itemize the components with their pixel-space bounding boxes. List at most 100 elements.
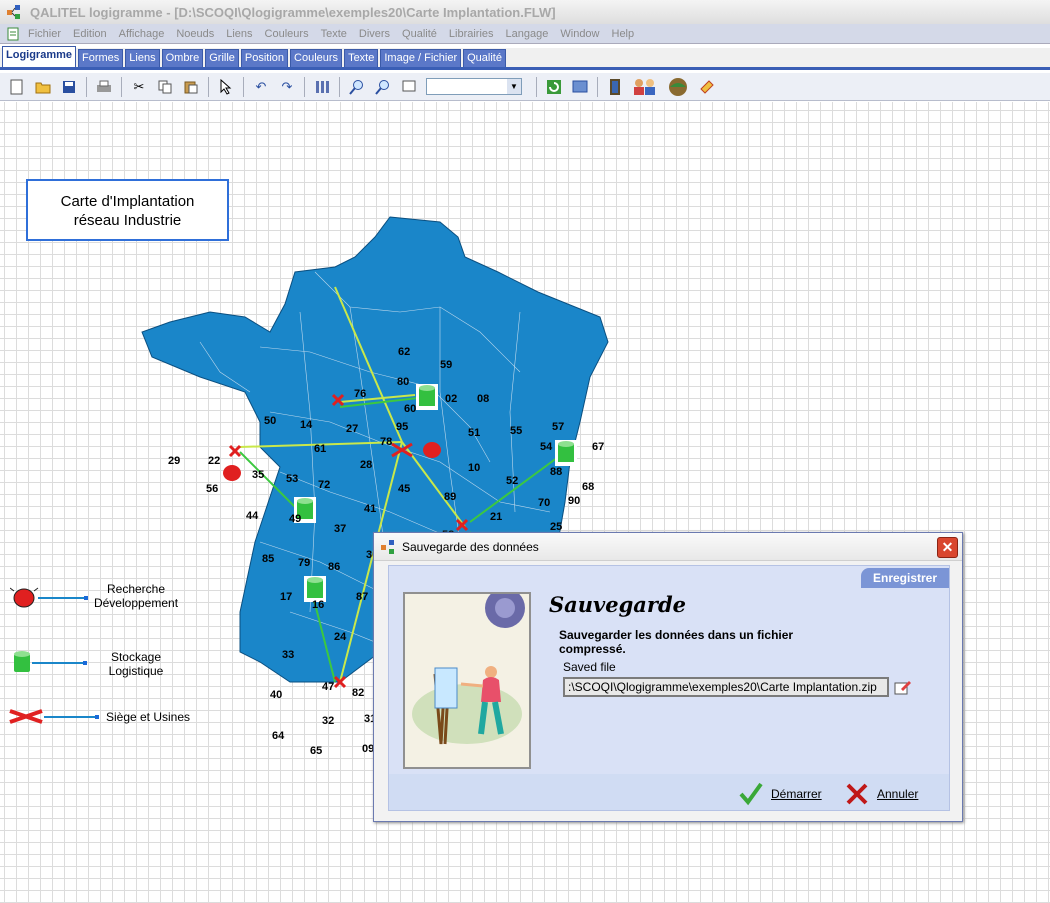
svg-text:35: 35: [252, 469, 264, 481]
columns-icon[interactable]: [313, 78, 331, 96]
svg-text:72: 72: [318, 479, 330, 491]
svg-text:49: 49: [289, 513, 301, 525]
cut-icon[interactable]: ✂: [130, 78, 148, 96]
saved-file-label: Saved file: [563, 660, 616, 674]
menu-librairies[interactable]: Librairies: [449, 28, 494, 40]
edit-icon[interactable]: [698, 78, 716, 96]
cross-cancel-icon[interactable]: [845, 782, 869, 806]
svg-text:65: 65: [310, 745, 322, 757]
start-label[interactable]: Démarrer: [771, 787, 822, 801]
book-icon[interactable]: [606, 78, 624, 96]
print-icon[interactable]: [95, 78, 113, 96]
pencil-icon[interactable]: [893, 677, 913, 697]
menu-liens[interactable]: Liens: [226, 28, 252, 40]
menu-langage[interactable]: Langage: [506, 28, 549, 40]
redo-icon[interactable]: ↷: [278, 78, 296, 96]
save-icon[interactable]: [60, 78, 78, 96]
zoom-window-icon[interactable]: [400, 78, 418, 96]
chevron-down-icon[interactable]: ▼: [507, 79, 521, 94]
bug-icon: [9, 587, 88, 608]
svg-text:85: 85: [262, 553, 274, 565]
globe-icon[interactable]: [666, 77, 690, 96]
toolbar-separator: [121, 76, 122, 97]
window-titlebar: QALITEL logigramme - [D:\SCOQI\Qlogigram…: [0, 0, 1050, 24]
svg-text:95: 95: [396, 421, 408, 433]
svg-text:37: 37: [334, 523, 346, 535]
menu-qualite[interactable]: Qualité: [402, 28, 437, 40]
menu-texte[interactable]: Texte: [321, 28, 347, 40]
cancel-label[interactable]: Annuler: [877, 787, 918, 801]
users-icon[interactable]: [632, 78, 658, 96]
menu-window[interactable]: Window: [560, 28, 599, 40]
svg-text:27: 27: [346, 423, 358, 435]
menu-edition[interactable]: Edition: [73, 28, 107, 40]
legend-bug-text: Recherche Développement: [86, 582, 186, 610]
svg-text:52: 52: [506, 475, 518, 487]
svg-text:59: 59: [440, 359, 452, 371]
tab-liens[interactable]: Liens: [125, 49, 160, 67]
close-icon[interactable]: ✕: [942, 539, 954, 555]
legend-bug: [9, 586, 90, 613]
close-button[interactable]: ✕: [937, 537, 958, 558]
document-icon[interactable]: [6, 27, 20, 41]
undo-icon[interactable]: ↶: [252, 78, 270, 96]
menu-affichage[interactable]: Affichage: [119, 28, 165, 40]
new-icon[interactable]: [8, 78, 26, 96]
map-title-line1: Carte d'Implantation: [60, 193, 195, 210]
svg-text:51: 51: [468, 427, 480, 439]
menu-divers[interactable]: Divers: [359, 28, 390, 40]
svg-text:80: 80: [397, 376, 409, 388]
refresh-icon[interactable]: [545, 78, 563, 96]
svg-text:50: 50: [264, 415, 276, 427]
tab-qualite[interactable]: Qualité: [463, 49, 506, 67]
legend-cross-line1: Siège et Usines: [105, 710, 191, 724]
svg-text:21: 21: [490, 511, 502, 523]
menu-fichier[interactable]: Fichier: [28, 28, 61, 40]
svg-text:53: 53: [286, 473, 298, 485]
menu-noeuds[interactable]: Noeuds: [176, 28, 214, 40]
legend-cross: [8, 708, 100, 729]
tab-image-fichier[interactable]: Image / Fichier: [380, 49, 462, 67]
svg-text:47: 47: [322, 681, 334, 693]
svg-text:62: 62: [398, 346, 410, 358]
menu-couleurs[interactable]: Couleurs: [265, 28, 309, 40]
tab-couleurs[interactable]: Couleurs: [290, 49, 343, 67]
svg-text:14: 14: [300, 419, 313, 431]
svg-text:89: 89: [444, 491, 456, 503]
tab-grille[interactable]: Grille: [205, 49, 239, 67]
screen-icon[interactable]: [571, 78, 589, 96]
copy-icon[interactable]: [156, 78, 174, 96]
window-title: QALITEL logigramme - [D:\SCOQI\Qlogigram…: [30, 4, 556, 20]
svg-text:24: 24: [334, 631, 347, 643]
tab-ombre[interactable]: Ombre: [161, 49, 204, 67]
svg-text:54: 54: [540, 441, 553, 453]
tab-texte[interactable]: Texte: [344, 49, 379, 67]
svg-text:82: 82: [352, 687, 364, 699]
paste-icon[interactable]: [182, 78, 200, 96]
dialog-title: Sauvegarde des données: [402, 539, 539, 554]
tab-formes[interactable]: Formes: [78, 49, 124, 67]
svg-text:64: 64: [272, 730, 285, 742]
dialog-panel: Enregistrer Sauvegarde Sauvegarder les d…: [388, 565, 950, 811]
tab-position[interactable]: Position: [240, 49, 289, 67]
cancel-button[interactable]: Annuler: [845, 782, 918, 806]
saved-file-input[interactable]: :\SCOQI\Qlogigramme\exemples20\Carte Imp…: [563, 677, 889, 697]
app-icon: [7, 5, 20, 19]
menu-help[interactable]: Help: [612, 28, 635, 40]
zoom-select[interactable]: ▼: [426, 78, 522, 95]
dialog-button-bar: Démarrer Annuler: [389, 774, 949, 810]
start-button[interactable]: Démarrer: [739, 782, 822, 806]
tab-logigramme[interactable]: Logigramme: [2, 46, 77, 67]
tab-enregistrer[interactable]: Enregistrer: [861, 568, 949, 588]
open-icon[interactable]: [34, 78, 52, 96]
browse-button[interactable]: [893, 677, 913, 697]
legend-bug-line2: Développement: [93, 596, 179, 610]
zoom-out-icon[interactable]: [374, 78, 392, 96]
zoom-in-icon[interactable]: [348, 78, 366, 96]
checkmark-icon[interactable]: [739, 782, 763, 806]
svg-text:78: 78: [380, 436, 392, 448]
svg-text:88: 88: [550, 466, 562, 478]
pointer-icon[interactable]: [217, 78, 235, 96]
svg-text:02: 02: [445, 393, 457, 405]
svg-text:10: 10: [468, 462, 480, 474]
